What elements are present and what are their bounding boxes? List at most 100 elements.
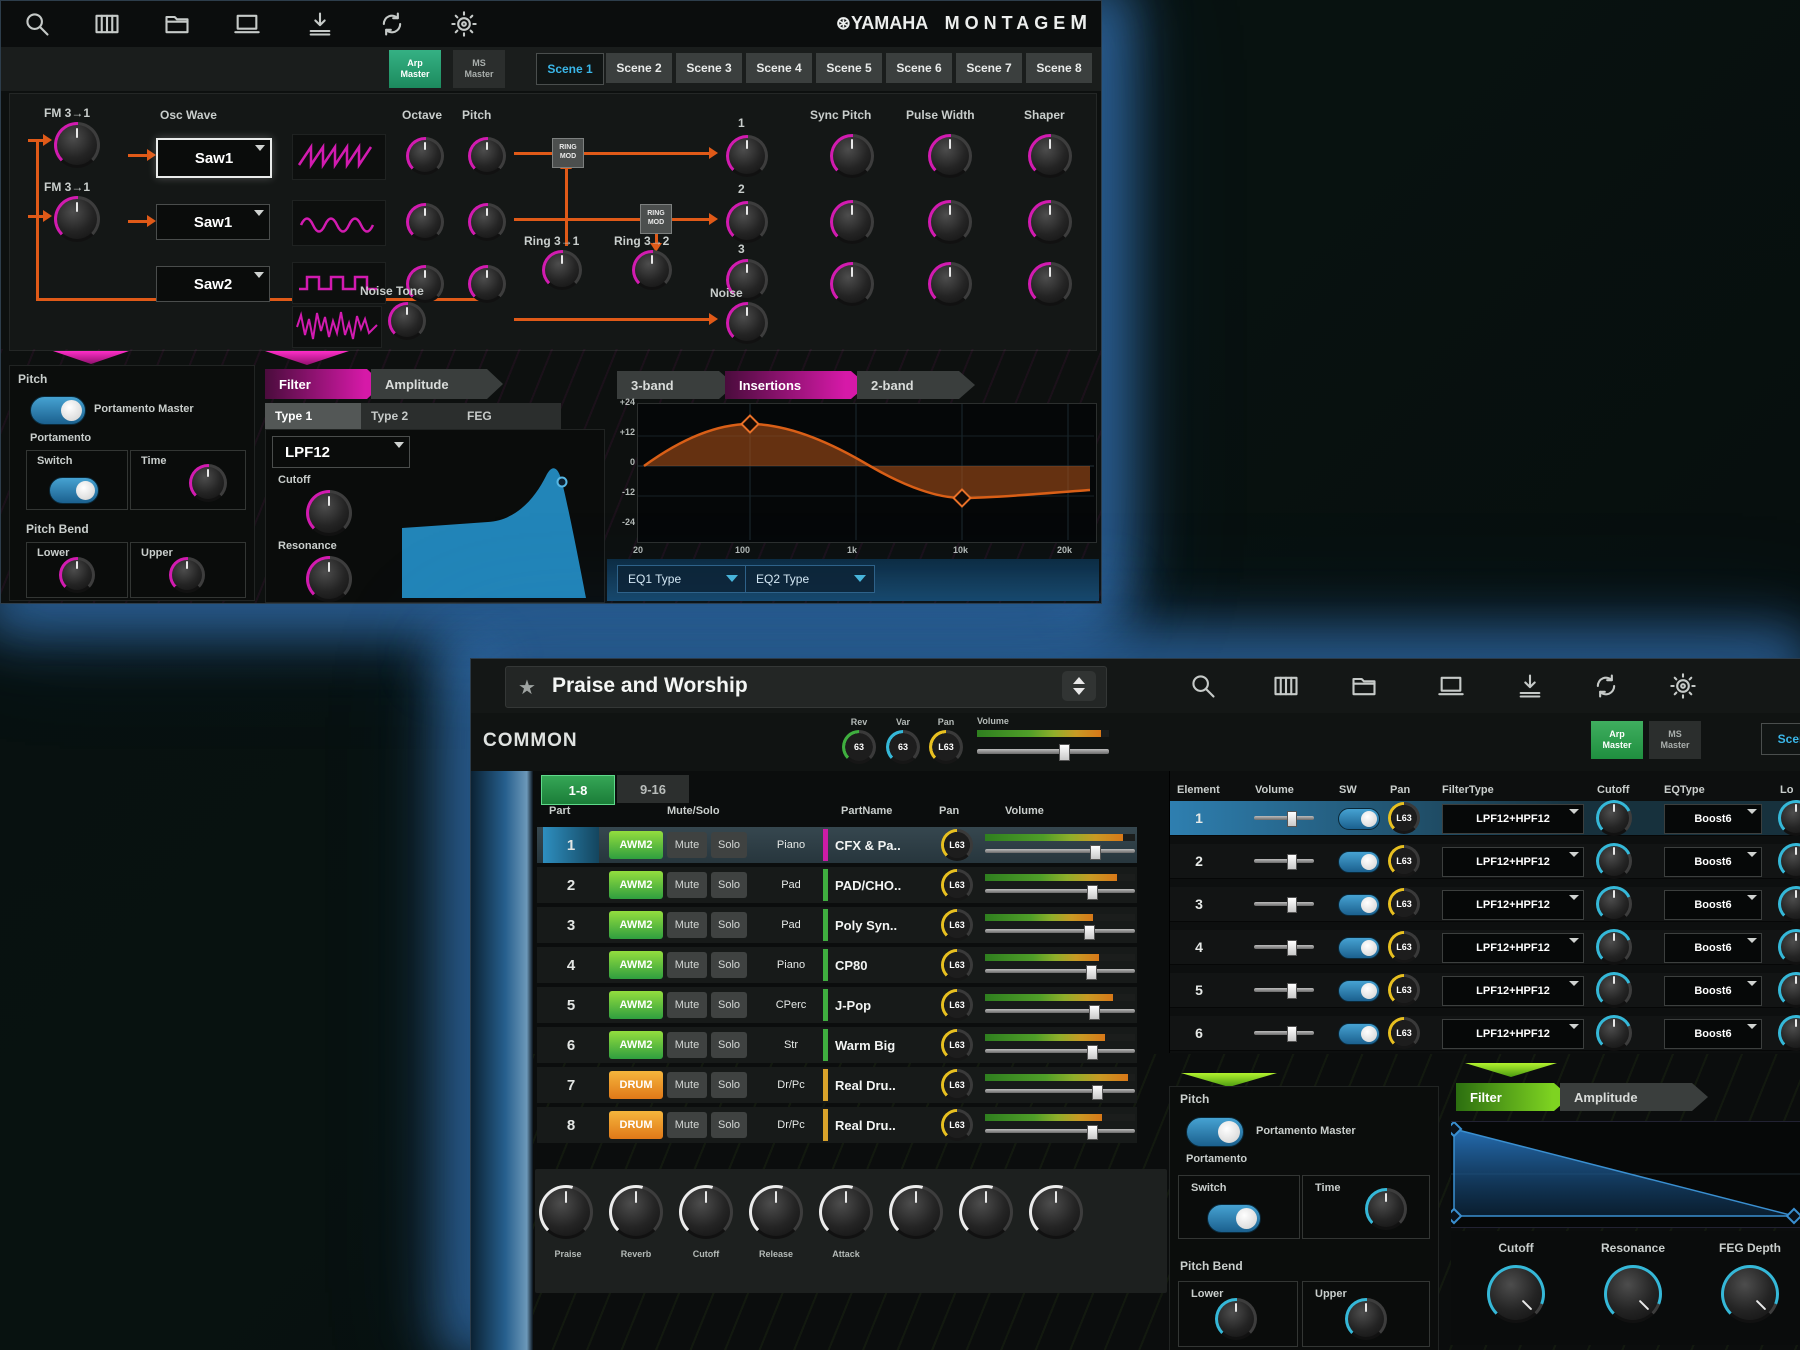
mute-button[interactable]: Mute xyxy=(667,1072,707,1098)
part-volume-slider[interactable] xyxy=(985,1089,1135,1093)
element-sw-toggle[interactable] xyxy=(1338,980,1380,1002)
fm1-knob[interactable] xyxy=(54,122,100,168)
download-icon[interactable] xyxy=(1516,672,1544,700)
osc2-shaper-knob[interactable] xyxy=(1028,200,1072,244)
element-pan-knob[interactable]: L63 xyxy=(1388,802,1420,834)
portamento-switch-toggle[interactable] xyxy=(49,477,99,504)
element-row-5[interactable]: 5 L63 LPF12+HPF12 Boost6 xyxy=(1170,973,1800,1008)
element-cutoff-knob[interactable] xyxy=(1596,1015,1632,1051)
tab-scene-2[interactable]: Scene 2 xyxy=(606,53,672,83)
element-cutoff-knob[interactable] xyxy=(1596,929,1632,965)
search-icon[interactable] xyxy=(1189,672,1217,700)
tab-type2[interactable]: Type 2 xyxy=(361,403,465,429)
favorite-star-icon[interactable]: ★ xyxy=(518,675,536,700)
mute-button[interactable]: Mute xyxy=(667,1032,707,1058)
osc2-pulse-width-knob[interactable] xyxy=(928,200,972,244)
pan-knob[interactable]: L63 xyxy=(929,730,963,764)
tab-insertions[interactable]: Insertions xyxy=(725,371,867,399)
part-volume-slider[interactable] xyxy=(985,1049,1135,1053)
solo-button[interactable]: Solo xyxy=(711,952,747,978)
osc2-pitch-knob[interactable] xyxy=(468,203,506,241)
eq2-type-select[interactable]: EQ2 Type xyxy=(745,565,875,593)
mute-button[interactable]: Mute xyxy=(667,1112,707,1138)
mute-button[interactable]: Mute xyxy=(667,952,707,978)
element-sw-toggle[interactable] xyxy=(1338,937,1380,959)
portamento-time-knob[interactable] xyxy=(1365,1188,1407,1230)
mute-button[interactable]: Mute xyxy=(667,832,707,858)
rev-knob[interactable]: 63 xyxy=(842,730,876,764)
tab-feg[interactable]: FEG xyxy=(457,403,561,429)
osc2-wave-select[interactable]: Saw1 xyxy=(156,204,270,240)
element-volume-handle[interactable] xyxy=(1287,897,1297,913)
common-label[interactable]: COMMON xyxy=(483,730,578,752)
search-icon[interactable] xyxy=(23,10,51,38)
element-lo-knob[interactable] xyxy=(1778,843,1800,879)
element-eqtype-select[interactable]: Boost6 xyxy=(1664,847,1762,877)
part-row-2[interactable]: 2 AWM2 Mute Solo Pad PAD/CHO.. L63 xyxy=(537,867,1137,903)
pitch-bend-upper-knob[interactable] xyxy=(169,557,205,593)
part-pan-knob[interactable]: L63 xyxy=(941,1029,973,1061)
filter-resonance-knob[interactable] xyxy=(1604,1265,1662,1323)
element-cutoff-knob[interactable] xyxy=(1596,972,1632,1008)
filter-resonance-knob[interactable] xyxy=(306,556,352,602)
assign-knob-6[interactable] xyxy=(889,1185,943,1239)
tab-scene-1-cut[interactable]: Scen xyxy=(1761,723,1800,755)
osc3-shaper-knob[interactable] xyxy=(1028,262,1072,306)
part-pan-knob[interactable]: L63 xyxy=(941,909,973,941)
element-volume-handle[interactable] xyxy=(1287,940,1297,956)
element-volume-slider[interactable] xyxy=(1254,902,1314,906)
tab-parts-9-16[interactable]: 9-16 xyxy=(617,775,689,803)
element-eqtype-select[interactable]: Boost6 xyxy=(1664,933,1762,963)
part-pan-knob[interactable]: L63 xyxy=(941,989,973,1021)
osc2-sync-pitch-knob[interactable] xyxy=(830,200,874,244)
element-sw-toggle[interactable] xyxy=(1338,851,1380,873)
eq-graph[interactable] xyxy=(637,403,1097,543)
portamento-master-toggle[interactable] xyxy=(30,396,86,425)
tab-scene-7[interactable]: Scene 7 xyxy=(956,53,1022,83)
tab-scene-3[interactable]: Scene 3 xyxy=(676,53,742,83)
tab-amplitude[interactable]: Amplitude xyxy=(1560,1083,1708,1111)
part-volume-slider[interactable] xyxy=(985,929,1135,933)
keyboard-icon[interactable] xyxy=(93,10,121,38)
element-filtertype-select[interactable]: LPF12+HPF12 xyxy=(1442,847,1584,877)
solo-button[interactable]: Solo xyxy=(711,912,747,938)
element-pan-knob[interactable]: L63 xyxy=(1388,888,1420,920)
assign-knob-8[interactable] xyxy=(1029,1185,1083,1239)
part-row-8[interactable]: 8 DRUM Mute Solo Dr/Pc Real Dru.. L63 xyxy=(537,1107,1137,1143)
pitch-bend-lower-knob[interactable] xyxy=(1215,1298,1257,1340)
ms-master-button[interactable]: MSMaster xyxy=(1649,721,1701,759)
part-row-5[interactable]: 5 AWM2 Mute Solo CPerc J-Pop L63 xyxy=(537,987,1137,1023)
pitch-bend-upper-knob[interactable] xyxy=(1345,1298,1387,1340)
element-volume-handle[interactable] xyxy=(1287,811,1297,827)
osc1-wave-select[interactable]: Saw1 xyxy=(156,138,272,178)
element-sw-toggle[interactable] xyxy=(1338,894,1380,916)
element-row-6[interactable]: 6 L63 LPF12+HPF12 Boost6 xyxy=(1170,1016,1800,1051)
part-pan-knob[interactable]: L63 xyxy=(941,1069,973,1101)
solo-button[interactable]: Solo xyxy=(711,1112,747,1138)
arp-master-button[interactable]: ArpMaster xyxy=(1591,721,1643,759)
element-volume-slider[interactable] xyxy=(1254,816,1314,820)
osc2-octave-knob[interactable] xyxy=(406,203,444,241)
fm2-knob[interactable] xyxy=(54,196,100,242)
mute-button[interactable]: Mute xyxy=(667,912,707,938)
part-volume-slider[interactable] xyxy=(985,969,1135,973)
settings-gear-icon[interactable] xyxy=(1669,672,1697,700)
element-filtertype-select[interactable]: LPF12+HPF12 xyxy=(1442,890,1584,920)
solo-button[interactable]: Solo xyxy=(711,992,747,1018)
portamento-master-toggle[interactable] xyxy=(1186,1117,1244,1147)
element-volume-slider[interactable] xyxy=(1254,988,1314,992)
osc1-sync-pitch-knob[interactable] xyxy=(830,134,874,178)
assign-knob-1[interactable] xyxy=(539,1185,593,1239)
mix2-level-knob[interactable] xyxy=(726,201,768,243)
var-knob[interactable]: 63 xyxy=(886,730,920,764)
part-volume-slider[interactable] xyxy=(985,889,1135,893)
part-volume-handle[interactable] xyxy=(1087,885,1098,900)
element-volume-handle[interactable] xyxy=(1287,854,1297,870)
tab-2band[interactable]: 2-band xyxy=(857,371,975,399)
part-row-6[interactable]: 6 AWM2 Mute Solo Str Warm Big L63 xyxy=(537,1027,1137,1063)
tab-scene-8[interactable]: Scene 8 xyxy=(1026,53,1092,83)
tab-parts-1-8[interactable]: 1-8 xyxy=(541,775,615,805)
element-sw-toggle[interactable] xyxy=(1338,808,1380,830)
element-filtertype-select[interactable]: LPF12+HPF12 xyxy=(1442,933,1584,963)
element-filtertype-select[interactable]: LPF12+HPF12 xyxy=(1442,804,1584,834)
